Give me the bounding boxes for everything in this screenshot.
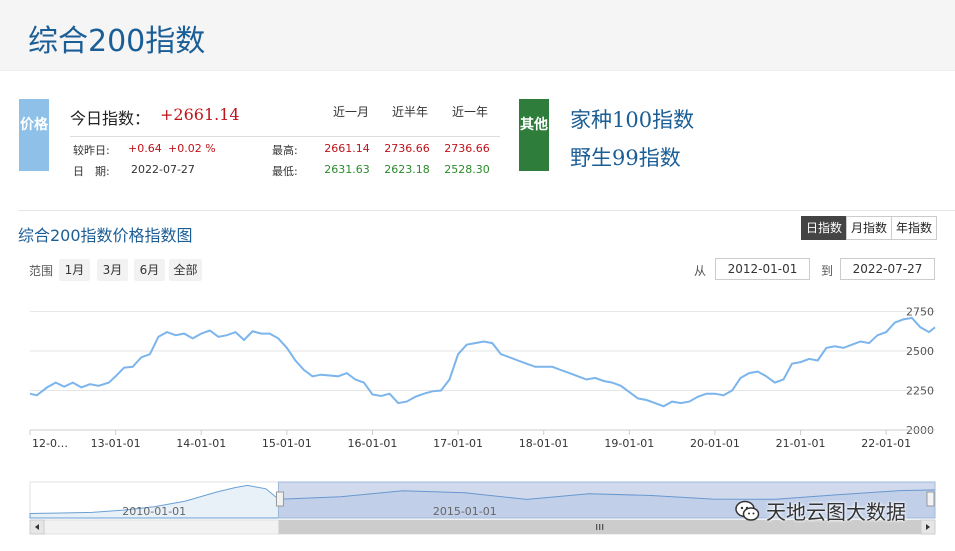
navigator-left-handle[interactable] [275,491,284,507]
link-wild-99[interactable]: 野生99指数 [570,142,681,172]
navigator-right-handle[interactable] [926,491,935,507]
high-halfyear: 2736.66 [384,142,430,155]
watermark: 天地云图大数据 [734,496,906,525]
x-tick-label: 20-01-01 [690,437,740,450]
index-series-line [29,316,936,408]
low-halfyear: 2623.18 [384,163,430,176]
navigator-tick-label: 2010-01-01 [122,505,186,518]
price-index-chart: 2000225025002750 12-0… 13-01-01 14-01-01 15… [29,306,936,450]
page-title: 综合200指数 [28,24,206,59]
y-tick-label: 2500 [906,345,934,358]
x-tick-label: 14-01-01 [176,437,226,450]
period-toggle: 日指数 月指数 年指数 [801,216,938,240]
x-tick-label: 18-01-01 [519,437,569,450]
price-tag: 价格 [19,99,49,171]
range-all-button[interactable]: 全部 [169,259,202,281]
title-bar: 综合200指数 [0,0,955,71]
from-date-input[interactable]: 2012-01-01 [715,258,810,280]
link-cultivated-100[interactable]: 家种100指数 [570,104,694,134]
to-date-input[interactable]: 2022-07-27 [840,258,935,280]
x-tick-label: 22-01-01 [861,437,911,450]
today-index-label: 今日指数： [70,109,151,128]
range-3m-button[interactable]: 3月 [97,259,128,281]
low-month: 2631.63 [324,163,370,176]
col-head-year: 近一年 [451,105,488,119]
daily-index-button[interactable]: 日指数 [801,216,848,240]
x-tick-label: 16-01-01 [348,437,398,450]
high-label: 最高: [272,144,298,157]
yearly-index-button[interactable]: 年指数 [891,216,938,240]
date-label: 日 期: [73,165,110,178]
range-6m-button[interactable]: 6月 [134,259,165,281]
divider [70,136,500,137]
x-tick-label: 19-01-01 [604,437,654,450]
monthly-index-button[interactable]: 月指数 [846,216,893,240]
wechat-icon [735,500,760,521]
section-divider [18,210,955,211]
low-year: 2528.30 [444,163,490,176]
col-head-halfyear: 近半年 [391,105,428,119]
x-tick-label: 21-01-01 [776,437,826,450]
prev-change: +0.64 [128,142,162,155]
low-label: 最低: [272,165,298,178]
range-label: 范围 [29,264,54,278]
chart-title: 综合200指数价格指数图 [18,226,193,245]
date-value: 2022-07-27 [131,163,195,176]
high-month: 2661.14 [324,142,370,155]
today-index-value: +2661.14 [160,105,240,124]
navigator-tick-label: 2015-01-01 [433,505,497,518]
range-1m-button[interactable]: 1月 [59,259,90,281]
x-tick-label: 13-01-01 [91,437,141,450]
y-tick-label: 2250 [906,385,934,398]
y-tick-label: 2750 [906,306,934,319]
prev-label: 较昨日: [73,144,110,157]
col-head-month: 近一月 [332,105,369,119]
x-tick-label: 12-0… [32,437,68,450]
other-tag: 其他 [519,99,549,171]
prev-pct: +0.02 % [168,142,216,155]
from-label: 从 [694,264,707,278]
watermark-text: 天地云图大数据 [766,500,906,524]
x-tick-label: 17-01-01 [433,437,483,450]
high-year: 2736.66 [444,142,490,155]
to-label: 到 [821,264,834,278]
x-tick-label: 15-01-01 [262,437,312,450]
